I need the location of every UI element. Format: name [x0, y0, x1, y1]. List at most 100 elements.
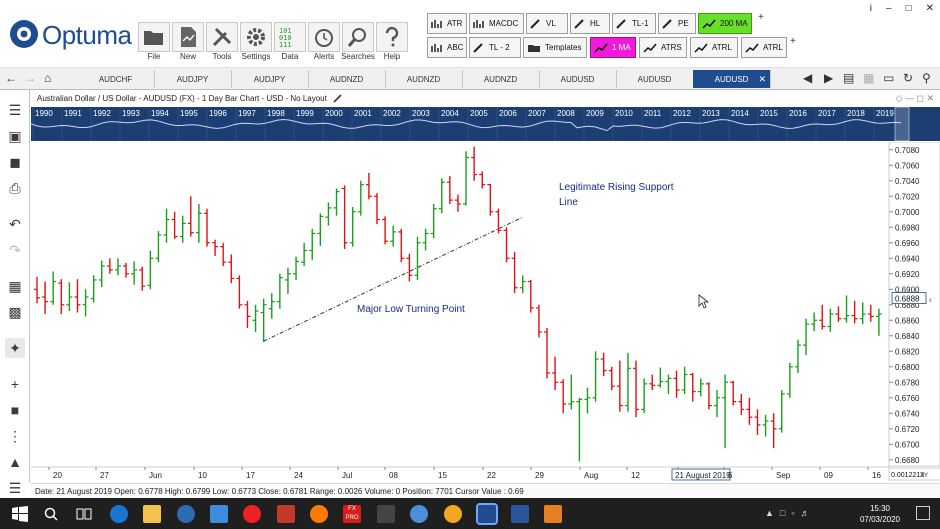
task-view-icon[interactable]	[76, 507, 92, 521]
tab-audusd[interactable]: AUDUSD ✕	[693, 70, 771, 88]
templates-button[interactable]: Templates	[523, 37, 587, 58]
app-icon-5[interactable]	[544, 505, 562, 523]
windows-start-icon[interactable]	[12, 506, 28, 522]
app-icon-3[interactable]	[410, 505, 428, 523]
word-icon[interactable]	[511, 505, 529, 523]
tab-audchf[interactable]: AUDCHF	[77, 70, 155, 88]
vl-tool-button[interactable]: VL	[526, 13, 568, 34]
data-button[interactable]: 101 010 111	[274, 22, 306, 52]
info-icon[interactable]: i	[870, 3, 872, 14]
atrl-tool-button[interactable]: ATRL	[690, 37, 738, 58]
crosshair-icon[interactable]: +	[5, 374, 25, 394]
ma1-tool-button[interactable]: 1 MA	[590, 37, 636, 58]
tools-button[interactable]	[206, 22, 238, 52]
home-icon[interactable]: ⌂	[44, 71, 51, 85]
fxpro-icon[interactable]: FX PRO	[343, 505, 361, 523]
tab-audnzd[interactable]: AUDNZD	[385, 70, 463, 88]
grid-dots-icon[interactable]: ⋮	[5, 426, 25, 446]
abc-tool-button[interactable]: ABC	[427, 37, 467, 58]
wrench-icon[interactable]: ✦	[5, 338, 25, 358]
layout-icon[interactable]: ▤	[843, 71, 854, 85]
year-overview-strip[interactable]: 1990 1991 1992 1993 1994 1995 1996 1997 1998 1999…	[30, 106, 940, 142]
opera-icon[interactable]	[243, 505, 261, 523]
forward-arrow-icon[interactable]: →	[24, 71, 36, 85]
edge-browser-icon[interactable]	[110, 505, 128, 523]
add-tool-icon[interactable]: +	[758, 12, 764, 23]
edit-pencil-icon[interactable]	[333, 93, 343, 103]
searches-button[interactable]	[342, 22, 374, 52]
chart-header-controls-icon[interactable]: ◇ — ◻ ✕	[896, 93, 934, 104]
grid-icon[interactable]: ▦	[863, 71, 874, 85]
tab-audusd[interactable]: AUDUSD	[616, 70, 694, 88]
ma200-tool-button[interactable]: 200 MA	[698, 13, 752, 34]
gear-icon	[247, 28, 265, 46]
tab-audnzd[interactable]: AUDNZD	[462, 70, 540, 88]
close-tab-icon[interactable]: ✕	[758, 74, 766, 85]
maximize-button[interactable]: □	[906, 3, 912, 14]
lock-icon[interactable]: ■	[5, 400, 25, 420]
tab-audusd[interactable]: AUDUSD	[539, 70, 617, 88]
pe-tool-button[interactable]: PE	[658, 13, 696, 34]
notes-icon[interactable]: ☰	[5, 478, 25, 498]
year-label: 2016	[789, 109, 807, 118]
atr-tool-button[interactable]: ATR	[427, 13, 467, 34]
file-button[interactable]	[138, 22, 170, 52]
search-icon[interactable]	[44, 507, 58, 521]
tab-label: AUDUSD	[637, 74, 672, 84]
tab-scroll-right-icon[interactable]: ▶	[824, 71, 833, 85]
optuma-taskbar-icon[interactable]	[476, 503, 498, 525]
print-icon[interactable]: ⎙	[5, 178, 25, 198]
notifications-icon[interactable]	[916, 506, 930, 520]
clock[interactable]: 15:30 07/03/2020	[860, 503, 900, 525]
settings-button[interactable]	[240, 22, 272, 52]
tl1-label: TL-1	[632, 19, 649, 28]
save-icon[interactable]: ◼	[5, 152, 25, 172]
y-tick-label: 0.6960	[895, 239, 920, 248]
file-explorer-icon[interactable]	[143, 505, 161, 523]
system-tray-icon[interactable]: ▲□▫♬	[765, 508, 816, 518]
pencil-icon	[530, 18, 540, 29]
price-chart[interactable]: 0.7080 0.7060 0.7040 0.7020 0.7000 0.6980 0.69…	[31, 141, 940, 482]
new-button[interactable]	[172, 22, 204, 52]
xy-toggle[interactable]: XY	[920, 473, 928, 479]
tab-audjpy[interactable]: AUDJPY	[231, 70, 309, 88]
redo-icon[interactable]: ↷	[5, 240, 25, 260]
macdc-tool-button[interactable]: MACDC	[469, 13, 524, 34]
refresh-icon[interactable]: ↻	[903, 71, 913, 85]
tab-audjpy[interactable]: AUDJPY	[154, 70, 232, 88]
picture-icon[interactable]: ▦	[5, 276, 25, 296]
year-label: 1995	[180, 109, 198, 118]
atrs-tool-button[interactable]: ATRS	[639, 37, 687, 58]
add-tool-icon-2[interactable]: +	[790, 36, 796, 47]
atrl-tool-button-2[interactable]: ATRL	[741, 37, 787, 58]
tab-scroll-left-icon[interactable]: ◀	[803, 71, 812, 85]
x-tick-label: 22	[487, 471, 496, 480]
tl2-tool-button[interactable]: TL - 2	[469, 37, 521, 58]
image-edit-icon[interactable]: ▩	[5, 302, 25, 322]
year-label: 2012	[673, 109, 691, 118]
close-button[interactable]: ✕	[926, 3, 934, 14]
alerts-button[interactable]	[308, 22, 340, 52]
store-icon[interactable]	[210, 505, 228, 523]
collapse-arrow-icon[interactable]: ‹	[929, 295, 932, 305]
help-button[interactable]	[376, 22, 408, 52]
minimize-button[interactable]: –	[886, 3, 892, 14]
document-icon[interactable]: ☰	[5, 100, 25, 120]
undo-icon[interactable]: ↶	[5, 214, 25, 234]
app-icon-4[interactable]	[444, 505, 462, 523]
back-arrow-icon[interactable]: ←	[5, 71, 17, 85]
app-icon-2[interactable]	[277, 505, 295, 523]
firefox-icon[interactable]	[310, 505, 328, 523]
tab-audnzd[interactable]: AUDNZD	[308, 70, 386, 88]
camera-icon[interactable]: ▣	[5, 126, 25, 146]
tl1-tool-button[interactable]: TL-1	[612, 13, 656, 34]
graduation-icon[interactable]: ▲	[5, 452, 25, 472]
year-label: 2010	[615, 109, 633, 118]
zoom-icon[interactable]: ⚲	[922, 71, 931, 85]
x-tick-label: 6	[728, 471, 733, 480]
ma1-label: 1 MA	[612, 43, 631, 52]
app-icon-1[interactable]	[177, 505, 195, 523]
page-icon[interactable]: ▭	[883, 71, 894, 85]
hl-tool-button[interactable]: HL	[570, 13, 610, 34]
calculator-icon[interactable]	[377, 505, 395, 523]
